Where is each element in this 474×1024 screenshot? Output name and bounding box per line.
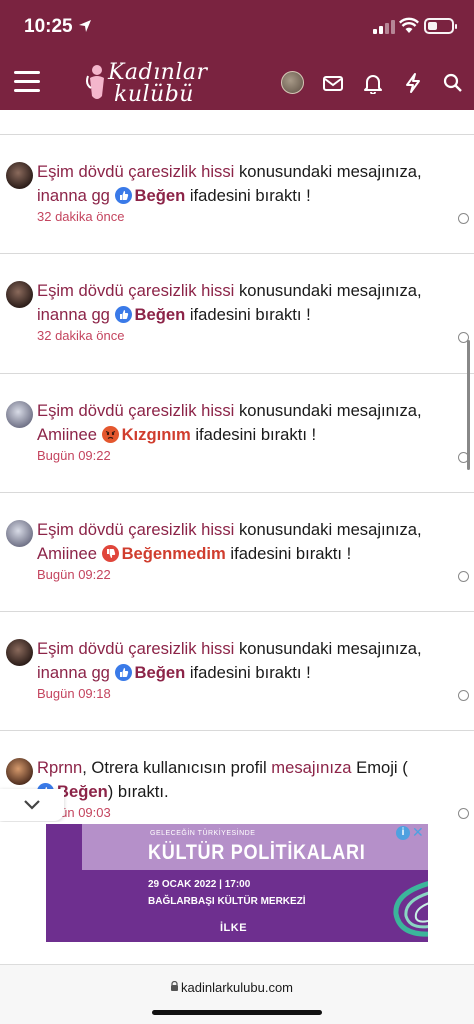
timestamp: 32 dakika önce [37,209,125,224]
bolt-icon[interactable] [402,72,424,94]
user-link[interactable]: Amiinee [37,425,97,444]
notification-text: Rprnn, Otrera kullanıcısın profil mesajı… [37,758,408,801]
avatar[interactable] [6,162,33,189]
wifi-icon [399,17,419,33]
notification-item[interactable]: Eşim dövdü çaresizlik hissi konusundaki … [0,493,474,611]
chevron-down-icon [24,800,40,810]
ad-subtitle: GELECEĞİN TÜRKİYESİNDE [150,830,256,837]
ad-container: GELECEĞİN TÜRKİYESİNDE KÜLTÜR POLİTİKALA… [0,822,474,964]
notification-text: Eşim dövdü çaresizlik hissi konusundaki … [37,520,422,563]
read-toggle[interactable] [458,690,469,701]
thread-link[interactable]: Eşim dövdü çaresizlik hissi [37,401,234,420]
timestamp: Bugün 09:22 [37,567,111,582]
read-toggle[interactable] [458,808,469,819]
url-text[interactable]: kadinlarkulubu.com [181,980,293,995]
user-link[interactable]: inanna gg [37,186,110,205]
mail-icon[interactable] [322,72,344,94]
ad-info-icon[interactable]: i [396,826,410,840]
read-toggle[interactable] [458,571,469,582]
notification-item[interactable]: Eşim dövdü çaresizlik hissi konusundaki … [0,135,474,253]
user-link[interactable]: Rprnn [37,758,82,777]
timestamp: 32 dakika önce [37,328,125,343]
site-logo[interactable]: Kadınlar kulübü [84,60,214,107]
status-bar: 10:25 [0,0,474,52]
collapse-tab[interactable] [0,789,64,821]
notification-text: Eşim dövdü çaresizlik hissi konusundaki … [37,162,422,205]
user-link[interactable]: inanna gg [37,305,110,324]
like-icon [114,664,132,681]
notification-item[interactable]: Eşim dövdü çaresizlik hissi konusundaki … [0,254,474,373]
reaction-label: Beğenmedim [121,544,226,563]
reaction-label: Kızgınım [121,425,191,444]
reaction-label: Beğen [57,782,108,801]
avatar[interactable] [6,401,33,428]
thumbs-down-icon [101,545,119,562]
message-link[interactable]: mesajınıza [271,758,351,777]
thread-link[interactable]: Eşim dövdü çaresizlik hissi [37,162,234,181]
notification-text: Eşim dövdü çaresizlik hissi konusundaki … [37,639,422,682]
battery-icon [424,18,457,34]
menu-icon[interactable] [14,68,40,94]
ad-logo: İLKE [220,922,248,934]
thread-link[interactable]: Eşim dövdü çaresizlik hissi [37,639,234,658]
search-icon[interactable] [442,72,464,94]
location-arrow-icon [79,20,91,32]
status-time: 10:25 [24,16,73,37]
reaction-label: Beğen [134,186,186,205]
notification-item[interactable]: Eşim dövdü çaresizlik hissi konusundaki … [0,612,474,730]
ad-banner[interactable]: GELECEĞİN TÜRKİYESİNDE KÜLTÜR POLİTİKALA… [46,824,428,942]
logo-text-line2: kulübü [114,82,194,107]
user-link[interactable]: Amiinee [37,544,97,563]
notification-text: Eşim dövdü çaresizlik hissi konusundaki … [37,401,422,444]
angry-face-icon [101,426,119,443]
cellular-signal-icon [373,20,395,34]
thread-link[interactable]: Eşim dövdü çaresizlik hissi [37,281,234,300]
scrollbar[interactable] [467,340,470,470]
list-item-partial [0,110,474,134]
browser-url-bar[interactable]: kadinlarkulubu.com [0,964,474,1024]
ad-venue: BAĞLARBAŞI KÜLTÜR MERKEZİ [148,896,306,907]
read-toggle[interactable] [458,213,469,224]
app-header: 10:25 Kadınlar kulübü [0,0,474,110]
notification-item[interactable]: Eşim dövdü çaresizlik hissi konusundaki … [0,374,474,492]
avatar[interactable] [6,758,33,785]
timestamp: Bugün 09:18 [37,686,111,701]
reaction-label: Beğen [134,305,186,324]
ad-date: 29 OCAK 2022 | 17:00 [148,879,251,890]
avatar[interactable] [6,520,33,547]
ad-close-icon[interactable]: ✕ [412,824,424,841]
thread-link[interactable]: Eşim dövdü çaresizlik hissi [37,520,234,539]
like-icon [114,187,132,204]
lock-icon [171,981,178,991]
avatar[interactable] [6,639,33,666]
timestamp: Bugün 09:22 [37,448,111,463]
reaction-label: Beğen [134,663,186,682]
user-avatar[interactable] [281,71,304,94]
home-indicator[interactable] [152,1010,322,1015]
notification-item[interactable]: Rprnn, Otrera kullanıcısın profil mesajı… [0,731,474,823]
user-link[interactable]: inanna gg [37,663,110,682]
ad-title: KÜLTÜR POLİTİKALARI [148,841,366,864]
avatar[interactable] [6,281,33,308]
swirl-graphic-icon [393,881,428,937]
bell-icon[interactable] [362,72,384,94]
like-icon [114,306,132,323]
logo-figure-icon [86,65,104,99]
notification-text: Eşim dövdü çaresizlik hissi konusundaki … [37,281,422,324]
